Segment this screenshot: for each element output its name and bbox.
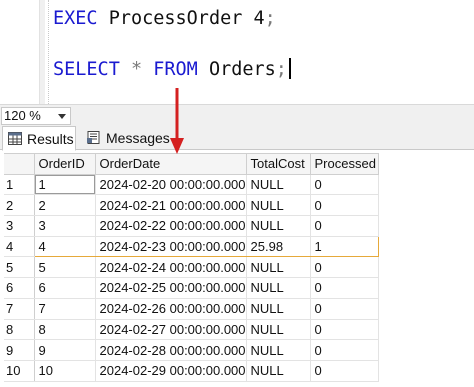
cell-totalcost[interactable]: NULL	[245, 318, 311, 341]
cell-totalcost[interactable]: NULL	[245, 277, 311, 299]
table-row[interactable]: 9 9 2024-02-28 00:00:00.000 NULL 0	[4, 339, 379, 361]
editor-margin	[48, 0, 49, 104]
row-number[interactable]: 10	[4, 359, 35, 382]
row-number[interactable]: 6	[4, 277, 35, 299]
table-name: Orders	[208, 59, 276, 80]
procedure-name: ProcessOrder	[108, 8, 243, 29]
zoom-select[interactable]: 120 %	[1, 107, 71, 125]
zoom-value: 120 %	[4, 108, 41, 123]
table-row[interactable]: 8 8 2024-02-27 00:00:00.000 NULL 0	[4, 318, 379, 341]
cell-orderdate[interactable]: 2024-02-20 00:00:00.000	[94, 173, 247, 196]
row-number[interactable]: 7	[4, 297, 35, 320]
column-header[interactable]: OrderDate	[94, 153, 247, 175]
procedure-argument: 4	[253, 8, 265, 29]
table-row[interactable]: 1 1 2024-02-20 00:00:00.000 NULL 0	[4, 173, 379, 196]
grid-header-row: OrderID OrderDate TotalCost Processed	[4, 153, 379, 175]
cell-orderid[interactable]: 10	[33, 359, 96, 382]
cell-totalcost[interactable]: 25.98	[245, 235, 311, 258]
row-number[interactable]: 3	[4, 215, 35, 237]
zoom-bar: 120 %	[0, 104, 474, 126]
results-pane: OrderID OrderDate TotalCost Processed 1 …	[0, 151, 474, 387]
cell-orderid[interactable]: 4	[33, 235, 96, 258]
cell-processed[interactable]: 0	[309, 359, 379, 382]
column-header[interactable]: Processed	[309, 153, 379, 175]
cell-processed[interactable]: 0	[309, 339, 379, 361]
sql-editor[interactable]: EXEC ProcessOrder 4; SELECT * FROM Order…	[0, 0, 474, 104]
column-header[interactable]: OrderID	[33, 153, 96, 175]
row-number[interactable]: 1	[4, 173, 35, 196]
messages-icon	[87, 131, 100, 144]
row-number[interactable]: 9	[4, 339, 35, 361]
cell-orderdate[interactable]: 2024-02-24 00:00:00.000	[94, 256, 247, 279]
keyword-exec: EXEC	[53, 8, 98, 29]
keyword-from: FROM	[153, 59, 198, 80]
code-line-2[interactable]: SELECT * FROM Orders;	[53, 58, 291, 80]
cell-orderdate[interactable]: 2024-02-22 00:00:00.000	[94, 215, 247, 237]
row-number[interactable]: 8	[4, 318, 35, 341]
tab-messages[interactable]: Messages	[82, 126, 182, 150]
cell-processed[interactable]: 0	[309, 215, 379, 237]
results-grid: OrderID OrderDate TotalCost Processed 1 …	[4, 153, 379, 382]
row-number[interactable]: 5	[4, 256, 35, 279]
table-row[interactable]: 5 5 2024-02-24 00:00:00.000 NULL 0	[4, 256, 379, 279]
cell-totalcost[interactable]: NULL	[245, 359, 311, 382]
table-row[interactable]: 10 10 2024-02-29 00:00:00.000 NULL 0	[4, 359, 379, 382]
select-star: *	[130, 59, 143, 80]
tab-results[interactable]: Results	[2, 126, 76, 151]
row-number[interactable]: 2	[4, 194, 35, 217]
cell-totalcost[interactable]: NULL	[245, 297, 311, 320]
code-line-1[interactable]: EXEC ProcessOrder 4;	[53, 8, 276, 29]
cell-processed[interactable]: 1	[309, 235, 379, 258]
statement-terminator: ;	[264, 8, 276, 29]
grid-icon	[8, 132, 22, 145]
text-caret	[288, 58, 291, 79]
table-row[interactable]: 6 6 2024-02-25 00:00:00.000 NULL 0	[4, 277, 379, 299]
cell-orderid[interactable]: 1	[33, 173, 96, 196]
cell-totalcost[interactable]: NULL	[245, 339, 311, 361]
cell-orderdate[interactable]: 2024-02-23 00:00:00.000	[94, 235, 247, 258]
table-row[interactable]: 7 7 2024-02-26 00:00:00.000 NULL 0	[4, 297, 379, 320]
cell-processed[interactable]: 0	[309, 256, 379, 279]
cell-processed[interactable]: 0	[309, 173, 379, 196]
cell-processed[interactable]: 0	[309, 297, 379, 320]
tab-messages-label: Messages	[106, 130, 170, 146]
cell-processed[interactable]: 0	[309, 318, 379, 341]
cell-totalcost[interactable]: NULL	[245, 256, 311, 279]
table-row-highlighted[interactable]: 4 4 2024-02-23 00:00:00.000 25.98 1	[4, 235, 379, 258]
cell-totalcost[interactable]: NULL	[245, 194, 311, 217]
cell-orderid[interactable]: 2	[33, 194, 96, 217]
cell-orderdate[interactable]: 2024-02-27 00:00:00.000	[94, 318, 247, 341]
cell-orderid[interactable]: 9	[33, 339, 96, 361]
cell-orderid[interactable]: 8	[33, 318, 96, 341]
grid-corner[interactable]	[4, 153, 35, 175]
editor-gutter	[39, 0, 45, 104]
cell-orderid[interactable]: 7	[33, 297, 96, 320]
cell-orderdate[interactable]: 2024-02-26 00:00:00.000	[94, 297, 247, 320]
column-header[interactable]: TotalCost	[245, 153, 311, 175]
cell-orderdate[interactable]: 2024-02-25 00:00:00.000	[94, 277, 247, 299]
cell-orderid[interactable]: 3	[33, 215, 96, 237]
cell-processed[interactable]: 0	[309, 277, 379, 299]
cell-orderid[interactable]: 5	[33, 256, 96, 279]
cell-orderdate[interactable]: 2024-02-21 00:00:00.000	[94, 194, 247, 217]
cell-orderdate[interactable]: 2024-02-29 00:00:00.000	[94, 359, 247, 382]
keyword-select: SELECT	[53, 59, 120, 80]
tab-results-label: Results	[27, 131, 74, 147]
row-number[interactable]: 4	[4, 235, 35, 258]
table-row[interactable]: 3 3 2024-02-22 00:00:00.000 NULL 0	[4, 215, 379, 237]
cell-orderdate[interactable]: 2024-02-28 00:00:00.000	[94, 339, 247, 361]
cell-orderid[interactable]: 6	[33, 277, 96, 299]
cell-totalcost[interactable]: NULL	[245, 173, 311, 196]
statement-terminator: ;	[275, 59, 287, 80]
results-tabbar: Results Messages	[0, 126, 474, 151]
cell-totalcost[interactable]: NULL	[245, 215, 311, 237]
cell-processed[interactable]: 0	[309, 194, 379, 217]
table-row[interactable]: 2 2 2024-02-21 00:00:00.000 NULL 0	[4, 194, 379, 217]
chevron-down-icon[interactable]	[58, 114, 66, 119]
